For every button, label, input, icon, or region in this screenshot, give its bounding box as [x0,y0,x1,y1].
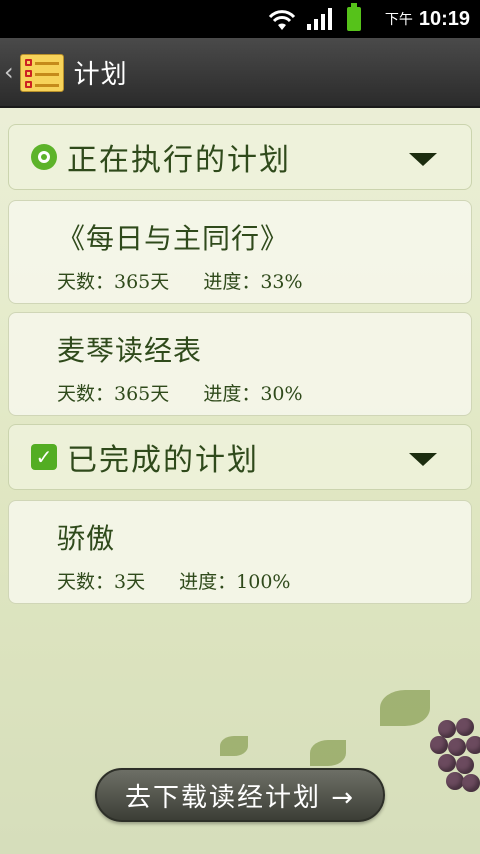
status-ampm: 下午 [384,12,413,28]
plan-item[interactable]: 麦琴读经表 天数：365天 进度：30% [8,312,472,416]
status-time: 10:19 [418,7,470,30]
section-title: 正在执行的计划 [67,143,291,178]
status-circle-icon [31,144,57,170]
grapes-decoration [220,690,480,820]
plan-days: 天数：365天 [57,383,170,405]
status-bar: 下午 10:19 [0,0,480,38]
plan-name: 麦琴读经表 [57,334,203,367]
plan-item[interactable]: 《每日与主同行》 天数：365天 进度：33% [8,200,472,304]
plan-item[interactable]: 骄傲 天数：3天 进度：100% [8,500,472,604]
download-plans-button[interactable]: 去下载读经计划 → [95,768,385,822]
notepad-checklist-icon[interactable] [16,50,64,94]
check-square-icon: ✓ [31,444,57,470]
section-header-in-progress[interactable]: 正在执行的计划 [8,124,472,190]
plan-progress: 进度：30% [203,383,303,405]
plan-progress: 进度：100% [179,571,291,593]
wifi-icon [267,6,297,32]
plan-meta: 天数：365天 进度：33% [57,267,331,294]
plan-list: 正在执行的计划 《每日与主同行》 天数：365天 进度：33% 麦琴读经表 天数… [8,124,472,612]
section-header-completed[interactable]: ✓ 已完成的计划 [8,424,472,490]
plan-meta: 天数：365天 进度：30% [57,379,331,406]
title-bar: ‹ 计划 [0,38,480,108]
dropdown-icon[interactable] [409,153,437,166]
plan-meta: 天数：3天 进度：100% [57,567,318,594]
plan-progress: 进度：33% [203,271,303,293]
signal-icon [306,8,333,30]
back-chevron-icon[interactable]: ‹ [4,58,14,86]
plan-name: 《每日与主同行》 [57,222,290,255]
section-title: 已完成的计划 [67,443,259,478]
page-title: 计划 [73,59,128,90]
plan-name: 骄傲 [57,522,116,555]
dropdown-icon[interactable] [409,453,437,466]
battery-icon [346,3,361,31]
plan-days: 天数：3天 [57,571,146,593]
plan-days: 天数：365天 [57,271,170,293]
